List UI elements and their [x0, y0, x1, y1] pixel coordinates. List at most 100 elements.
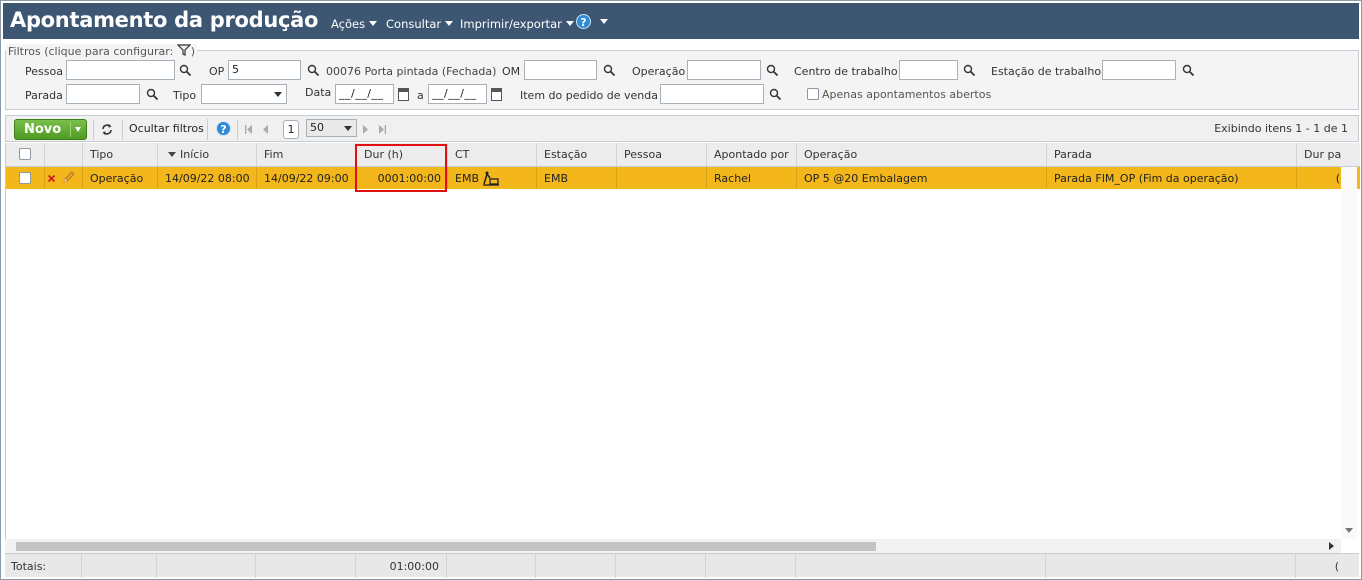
help-icon: ? [576, 14, 591, 29]
novo-button-divider [70, 122, 71, 137]
help-icon[interactable]: ? [216, 121, 231, 136]
search-icon[interactable] [769, 88, 782, 101]
totals-cell [796, 554, 1046, 578]
calendar-icon[interactable] [398, 88, 409, 101]
totals-cell [706, 554, 796, 578]
pessoa-input[interactable] [66, 60, 175, 80]
toolbar-divider [207, 119, 208, 140]
col-header-fim[interactable]: Fim [257, 143, 357, 167]
col-header-inicio[interactable]: Início [158, 143, 257, 167]
items-status: Exibindo itens 1 - 1 de 1 [1214, 122, 1348, 135]
estacao-trabalho-input[interactable] [1102, 60, 1176, 80]
totals-cell [1046, 554, 1296, 578]
search-icon[interactable] [146, 88, 159, 101]
tipo-select[interactable] [201, 84, 287, 104]
cell-parada: Parada FIM_OP (Fim da operação) [1047, 167, 1297, 189]
page-number-input[interactable]: 1 [283, 120, 299, 139]
help-menu[interactable]: ? [576, 14, 608, 29]
funnel-icon[interactable] [176, 44, 192, 56]
om-input[interactable] [524, 60, 597, 80]
totals-cell [256, 554, 356, 578]
scroll-down-icon[interactable] [1345, 528, 1353, 534]
select-all-checkbox[interactable] [19, 148, 31, 160]
filters-legend-close: ) [190, 45, 196, 58]
search-icon[interactable] [1182, 64, 1195, 77]
search-icon[interactable] [963, 64, 976, 77]
first-page-icon[interactable] [244, 125, 253, 134]
totals-cell [616, 554, 706, 578]
op-input[interactable]: 5 [228, 60, 301, 80]
cell-ct-value: EMB [455, 172, 479, 185]
totals-row: Totais: 01:00:00 ( [5, 553, 1359, 578]
date-to-input[interactable]: __/__/__ [428, 84, 487, 104]
actions-header [45, 143, 83, 167]
col-header-apontado-por[interactable]: Apontado por [707, 143, 797, 167]
col-header-operacao[interactable]: Operação [797, 143, 1047, 167]
horizontal-scrollbar[interactable] [5, 539, 1341, 553]
last-page-icon[interactable] [378, 125, 387, 134]
refresh-icon[interactable] [100, 123, 114, 136]
op-description: 00076 Porta pintada (Fechada) [326, 65, 497, 78]
operacao-input[interactable] [687, 60, 761, 80]
next-page-icon[interactable] [362, 125, 369, 134]
title-bar: Apontamento da produção Ações Consultar … [3, 3, 1359, 39]
horizontal-scroll-thumb[interactable] [16, 542, 876, 551]
col-header-estacao[interactable]: Estação [537, 143, 617, 167]
application-window: Apontamento da produção Ações Consultar … [0, 0, 1362, 580]
grid-header: Tipo Início Fim Dur (h) CT Estação Pesso… [6, 143, 1360, 167]
cell-tipo: Operação [83, 167, 158, 189]
toolbar-divider [93, 119, 94, 140]
om-label: OM [502, 65, 521, 78]
col-header-pessoa[interactable]: Pessoa [617, 143, 707, 167]
centro-trabalho-input[interactable] [899, 60, 958, 80]
totals-label: Totais: [5, 554, 82, 578]
scroll-right-icon[interactable] [1329, 542, 1335, 550]
table-row[interactable]: Operação 14/09/22 08:00 14/09/22 09:00 0… [6, 167, 1360, 189]
ocultar-filtros-button[interactable]: Ocultar filtros [129, 122, 204, 135]
search-icon[interactable] [603, 64, 616, 77]
menu-consultar[interactable]: Consultar [386, 17, 454, 31]
col-header-parada[interactable]: Parada [1047, 143, 1297, 167]
filters-legend[interactable]: Filtros (clique para configurar: ) [6, 44, 198, 58]
chevron-down-icon[interactable] [75, 127, 81, 132]
date-from-input[interactable]: __/__/__ [335, 84, 394, 104]
menu-imprimir-exportar[interactable]: Imprimir/exportar [460, 17, 574, 31]
col-header-tipo[interactable]: Tipo [83, 143, 158, 167]
menu-acoes[interactable]: Ações [331, 17, 378, 31]
delete-icon[interactable] [48, 175, 55, 182]
chevron-down-icon [600, 19, 608, 24]
totals-cell [536, 554, 616, 578]
apenas-abertos-checkbox[interactable] [807, 88, 819, 100]
select-all-cell [6, 143, 45, 167]
menu-imprimir-label: Imprimir/exportar [460, 17, 562, 31]
col-header-ct[interactable]: CT [448, 143, 537, 167]
per-page-value: 50 [310, 121, 324, 134]
cell-apontado-por: Rachel [707, 167, 797, 189]
previous-page-icon[interactable] [262, 125, 269, 134]
menu-consultar-label: Consultar [386, 17, 442, 31]
totals-cell [447, 554, 536, 578]
vertical-scrollbar[interactable] [1341, 167, 1357, 539]
operacao-label: Operação [632, 65, 686, 78]
per-page-select[interactable]: 50 [306, 119, 357, 137]
search-icon[interactable] [179, 64, 192, 77]
parada-label: Parada [25, 89, 63, 102]
item-pedido-input[interactable] [660, 84, 764, 104]
search-icon[interactable] [307, 64, 320, 77]
edit-pencil-icon[interactable] [62, 171, 75, 184]
row-select-cell [6, 167, 45, 189]
op-label: OP [209, 65, 225, 78]
col-header-dur-parada[interactable]: Dur pa [1297, 143, 1360, 167]
toolbar-divider [237, 119, 238, 140]
page-title: Apontamento da produção [10, 8, 319, 32]
search-icon[interactable] [766, 64, 779, 77]
chevron-down-icon [565, 21, 574, 26]
data-label: Data [305, 86, 332, 99]
machine-icon[interactable] [482, 170, 500, 186]
novo-button[interactable]: Novo [14, 119, 87, 140]
cell-pessoa [617, 167, 707, 189]
col-header-inicio-label: Início [180, 148, 210, 161]
calendar-icon[interactable] [491, 88, 502, 101]
parada-input[interactable] [66, 84, 140, 104]
row-checkbox[interactable] [19, 172, 31, 184]
